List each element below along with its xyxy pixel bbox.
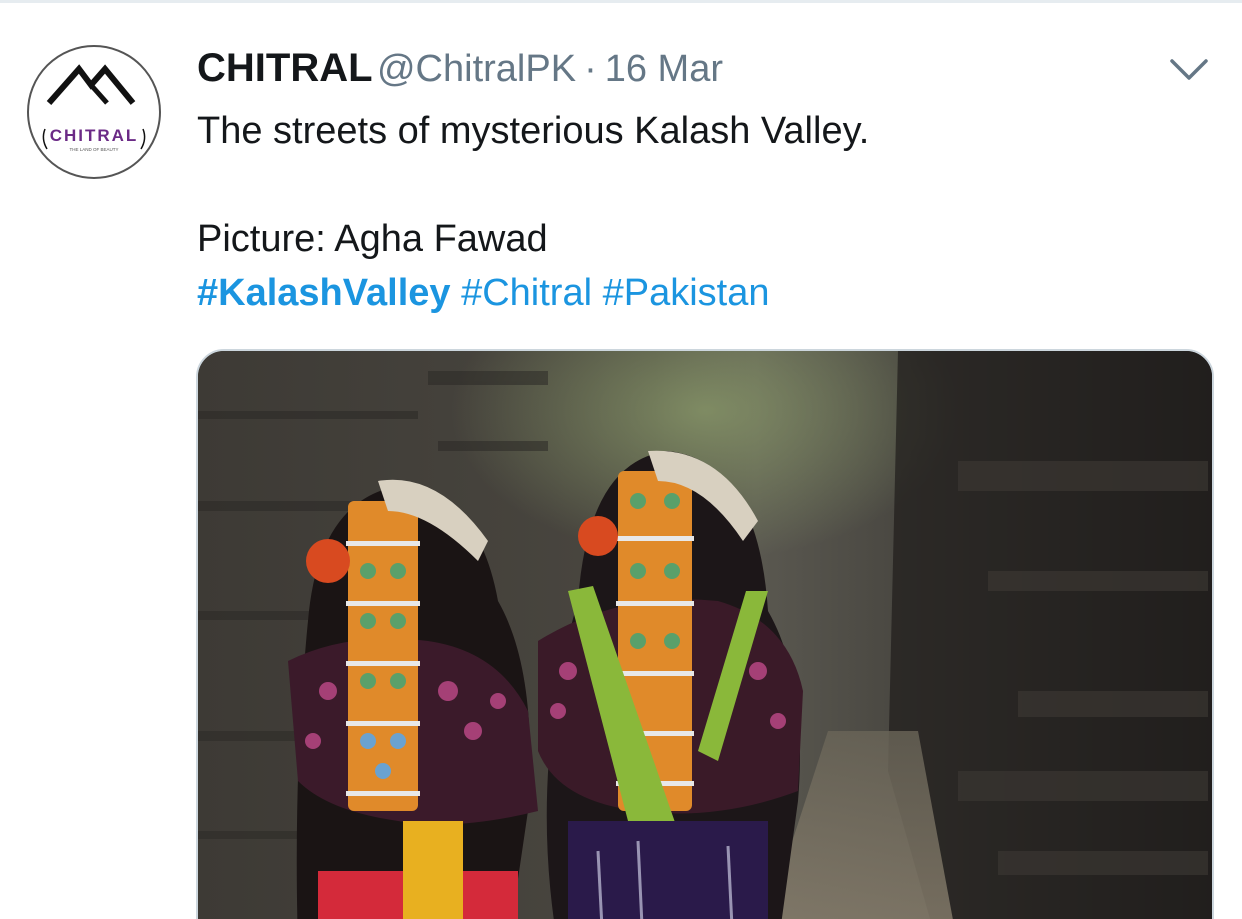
avatar-logo-tagline: THE LAND OF BEAUTY: [69, 147, 118, 152]
user-handle[interactable]: @ChitralPK: [377, 48, 576, 90]
timestamp[interactable]: 16 Mar: [605, 48, 723, 90]
hashtag-link[interactable]: #Chitral: [461, 272, 592, 314]
top-divider: [0, 0, 1242, 3]
hashtag-link[interactable]: #Pakistan: [603, 272, 770, 314]
avatar[interactable]: CHITRAL THE LAND OF BEAUTY: [27, 45, 161, 179]
mountain-logo-icon: CHITRAL THE LAND OF BEAUTY: [42, 64, 146, 152]
display-name[interactable]: CHITRAL: [197, 46, 373, 90]
tweet-header: CHITRAL @ChitralPK · 16 Mar: [197, 46, 723, 92]
header-separator: ·: [584, 48, 597, 90]
hashtag-link[interactable]: #KalashValley: [197, 272, 451, 314]
avatar-logo-text: CHITRAL: [50, 126, 139, 145]
hashtag-list: #KalashValley #Chitral #Pakistan: [197, 272, 769, 315]
tweet-text-line-1: The streets of mysterious Kalash Valley.: [197, 110, 870, 152]
photo-image: [198, 351, 1212, 919]
tweet-media[interactable]: [196, 349, 1214, 919]
chevron-down-icon[interactable]: [1166, 55, 1212, 85]
tweet-card[interactable]: CHITRAL THE LAND OF BEAUTY CHITRAL @Chit…: [0, 0, 1242, 919]
tweet-text-line-2: Picture: Agha Fawad: [197, 218, 548, 260]
